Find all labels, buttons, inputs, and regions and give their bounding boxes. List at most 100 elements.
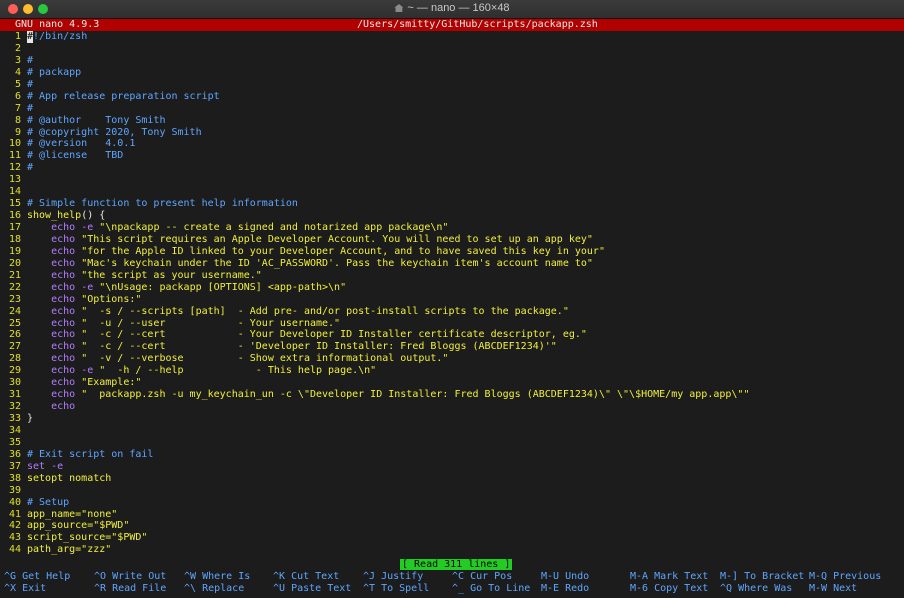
line-number: 35	[8, 436, 21, 448]
line-number: 7	[14, 102, 21, 114]
shortcut-key: M-U	[541, 571, 560, 582]
shortcut-key: M-Q	[809, 571, 828, 582]
code-line: 25 echo " -u / --user - Your username."	[0, 318, 904, 330]
shortcut-label: Copy Text	[648, 583, 709, 594]
line-code: echo -e "\nUsage: packapp [OPTIONS] <app…	[27, 282, 346, 294]
code-line: 22 echo -e "\nUsage: packapp [OPTIONS] <…	[0, 282, 904, 294]
code-token: -e	[81, 365, 94, 377]
shortcut-item[interactable]: ^C Cur Pos	[452, 571, 512, 583]
shortcut-item[interactable]: M-Q Previous	[809, 571, 881, 583]
shortcut-item[interactable]: M-U Undo	[541, 571, 589, 583]
shortcut-item[interactable]: M-W Next	[809, 583, 857, 595]
line-number: 16	[8, 210, 21, 222]
code-token: echo	[27, 365, 82, 377]
shortcut-item[interactable]: ^\ Replace	[184, 583, 244, 595]
line-number: 5	[14, 78, 21, 90]
code-line: 2	[0, 43, 904, 55]
shortcut-label: To Bracket	[738, 571, 805, 582]
code-line: 21 echo "the script as your username."	[0, 270, 904, 282]
code-token: # @license TBD	[27, 150, 124, 162]
code-token: " packapp.zsh -u my_keychain_un -c \"Dev…	[81, 389, 750, 401]
code-token: " -u / --user - Your username."	[81, 317, 341, 329]
code-token: "This script requires an Apple Developer…	[81, 233, 593, 245]
code-line: 37 set -e	[0, 461, 904, 473]
line-code: set -e	[27, 461, 63, 473]
code-token: " -c / --cert - Your Developer ID Instal…	[81, 329, 587, 341]
line-code: app_source="$PWD"	[27, 520, 129, 532]
code-token: -e	[51, 460, 64, 472]
code-token: echo	[27, 222, 82, 233]
code-line: 31 echo " packapp.zsh -u my_keychain_un …	[0, 389, 904, 401]
line-number: 28	[8, 353, 21, 365]
line-number: 24	[8, 305, 21, 317]
code-token: script_source="$PWD"	[27, 532, 148, 544]
shortcut-label: Exit	[16, 583, 47, 594]
shortcut-item[interactable]: M-A Mark Text	[630, 571, 708, 583]
code-token: "\npackapp -- create a signed and notari…	[93, 222, 449, 233]
code-token: echo	[27, 329, 82, 341]
shortcut-label: Where Was	[732, 583, 793, 594]
shortcut-label: Get Help	[16, 571, 71, 582]
code-line: 18 echo "This script requires an Apple D…	[0, 234, 904, 246]
shortcut-item[interactable]: ^G Get Help	[4, 571, 70, 583]
code-token: #	[27, 162, 34, 174]
code-line: 34	[0, 425, 904, 437]
code-line: 16 show_help() {	[0, 210, 904, 222]
code-line: 44 path_arg="zzz"	[0, 544, 904, 556]
code-line: 11 # @license TBD	[0, 150, 904, 162]
shortcut-item[interactable]: ^J Justify	[363, 571, 423, 583]
code-line: 33}	[0, 413, 904, 425]
shortcut-row-1: ^G Get Help ^O Write Out ^W Where Is ^K Cut…	[0, 571, 904, 583]
line-number: 36	[8, 448, 21, 460]
shortcut-item[interactable]: ^R Read File	[94, 583, 166, 595]
shortcut-key: M-6	[630, 583, 649, 594]
code-line: 35	[0, 437, 904, 449]
line-code: app_name="none"	[27, 509, 117, 521]
code-line: 8 # @author Tony Smith	[0, 115, 904, 127]
line-number: 33	[8, 413, 21, 424]
shortcut-item[interactable]: ^K Cut Text	[273, 571, 339, 583]
shortcut-item[interactable]: ^W Where Is	[184, 571, 250, 583]
line-code: #	[27, 162, 33, 174]
line-number: 40	[8, 496, 21, 508]
shortcut-item[interactable]: M-E Redo	[541, 583, 589, 595]
line-code: # packapp	[27, 67, 81, 79]
line-code: # @copyright 2020, Tony Smith	[27, 127, 202, 139]
shortcut-key: ^_	[452, 583, 465, 594]
shortcut-item[interactable]: ^U Paste Text	[273, 583, 351, 595]
shortcut-item[interactable]: ^_ Go To Line	[452, 583, 530, 595]
shortcut-item[interactable]: ^T To Spell	[363, 583, 429, 595]
code-line: 3 #	[0, 55, 904, 67]
code-line: 36 # Exit script on fail	[0, 449, 904, 461]
line-code: #	[27, 103, 33, 115]
line-code: echo -e "\npackapp -- create a signed an…	[27, 222, 448, 234]
code-line: 19 echo "for the Apple ID linked to your…	[0, 246, 904, 258]
shortcut-item[interactable]: ^O Write Out	[94, 571, 166, 583]
line-number: 38	[8, 472, 21, 484]
code-line: 38 setopt nomatch	[0, 473, 904, 485]
line-code: show_help() {	[27, 210, 105, 222]
code-token: echo	[27, 377, 82, 389]
line-number: 6	[14, 90, 21, 102]
shortcut-item[interactable]: M-] To Bracket	[720, 571, 804, 583]
shortcut-item[interactable]: ^Q Where Was	[720, 583, 792, 595]
line-number: 25	[8, 317, 21, 329]
editor-area[interactable]: 1 #!/bin/zsh 2 3 #4 # packapp 5 #6 # App release…	[0, 31, 904, 556]
code-token: app_name="none"	[27, 508, 118, 520]
status-message: [ Read 311 lines ]	[400, 559, 513, 570]
code-token: echo	[27, 389, 82, 401]
code-token: echo	[27, 257, 82, 269]
line-number: 39	[8, 484, 21, 496]
line-code: # App release preparation script	[27, 91, 220, 103]
line-number: 12	[8, 162, 21, 174]
line-number: 41	[8, 508, 21, 520]
shortcut-item[interactable]: M-6 Copy Text	[630, 583, 708, 595]
line-number: 4	[14, 66, 21, 78]
code-token: " -h / --help - This help page.\n"	[93, 365, 377, 377]
line-code: # @license TBD	[27, 150, 123, 162]
code-token: set	[27, 460, 52, 472]
code-token: "\nUsage: packapp [OPTIONS] <app-path>\n…	[93, 281, 347, 293]
line-code: echo " -c / --cert - 'Developer ID Insta…	[27, 341, 557, 353]
shortcut-item[interactable]: ^X Exit	[4, 583, 46, 595]
code-token: # App release preparation script	[27, 90, 220, 102]
